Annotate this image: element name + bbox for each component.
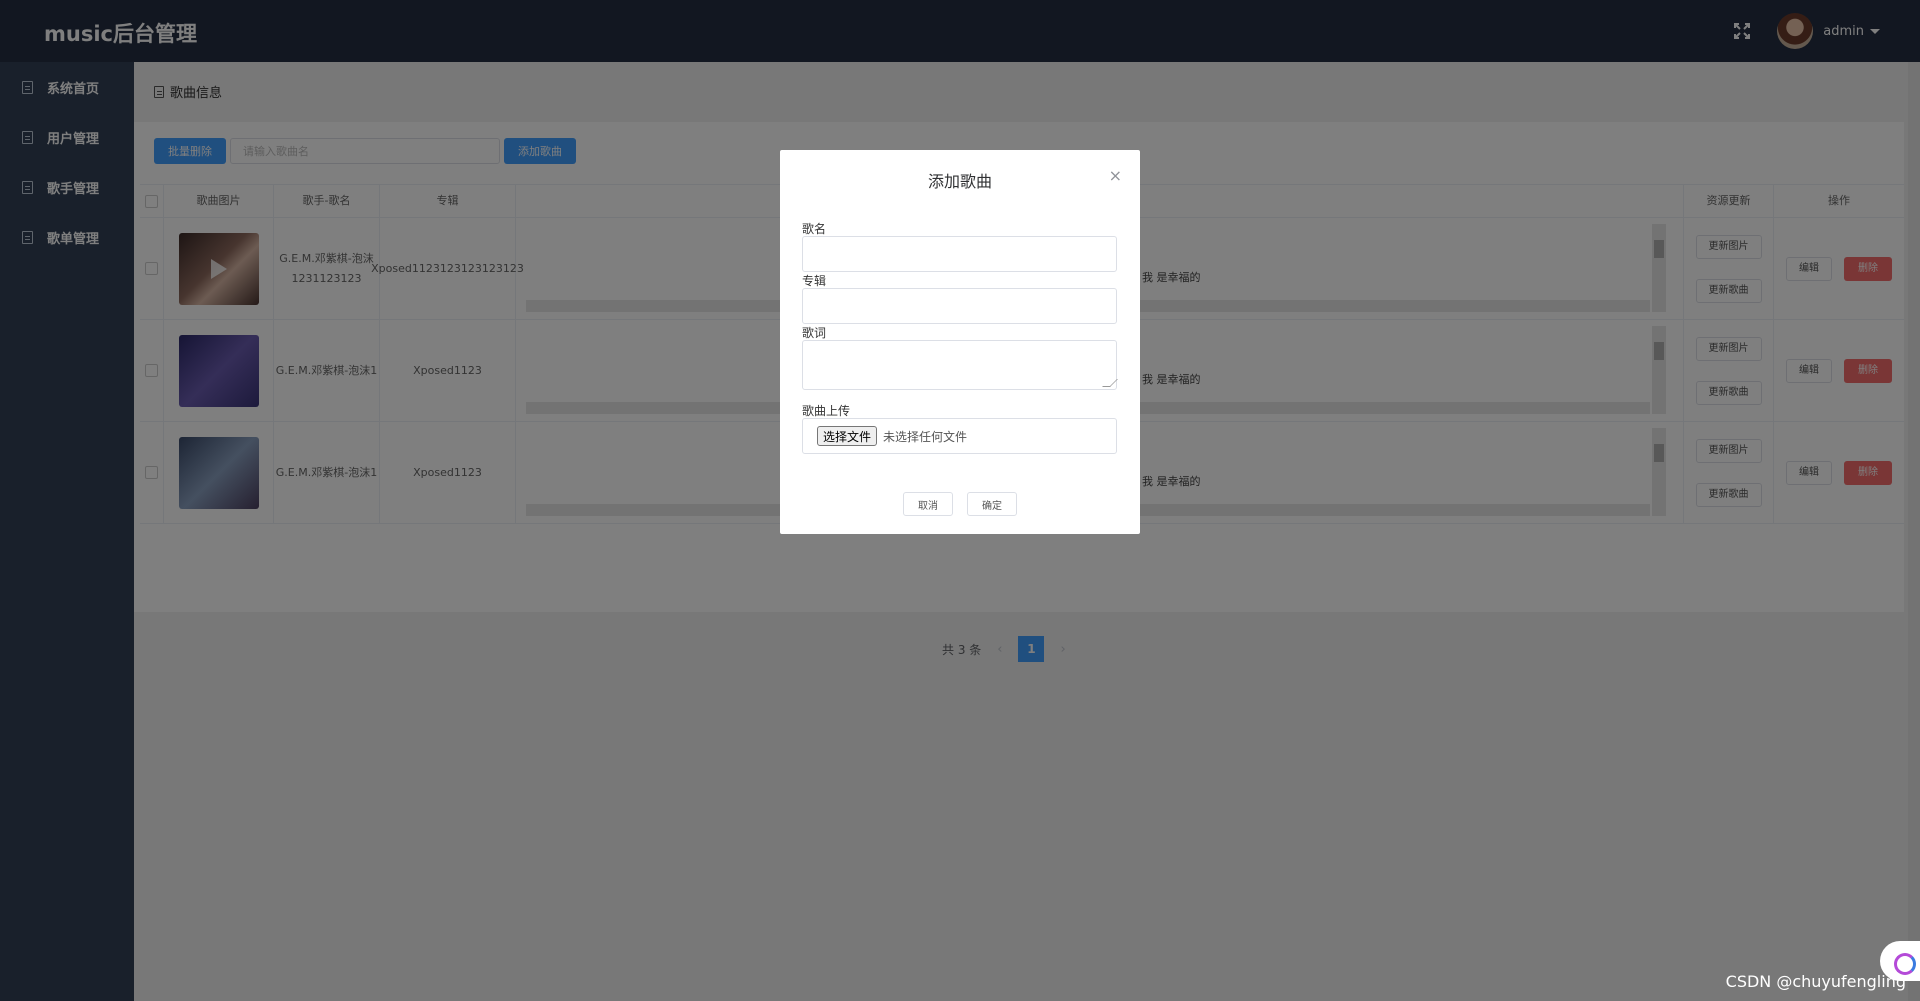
- cancel-button[interactable]: 取消: [903, 492, 953, 516]
- dialog-title: 添加歌曲: [927, 172, 992, 191]
- file-status: 未选择任何文件: [883, 430, 968, 444]
- file-upload-field[interactable]: 选择文件 未选择任何文件: [802, 418, 1117, 454]
- add-song-dialog: 添加歌曲 × 歌名 专辑 歌词 歌曲上传 选择文件 未选择任何文件 取消 确定: [780, 150, 1140, 534]
- confirm-button[interactable]: 确定: [967, 492, 1017, 516]
- upload-label: 歌曲上传: [802, 404, 851, 418]
- watermark: CSDN @chuyufengling: [1725, 972, 1906, 991]
- album-label: 专辑: [802, 274, 827, 288]
- assistant-icon[interactable]: [1880, 941, 1920, 981]
- song-name-input[interactable]: [802, 236, 1117, 272]
- resize-handle-icon[interactable]: [1102, 379, 1118, 387]
- choose-file-button[interactable]: 选择文件: [817, 426, 878, 446]
- close-icon[interactable]: ×: [1109, 166, 1122, 185]
- lyric-label: 歌词: [802, 326, 827, 340]
- album-input[interactable]: [802, 288, 1117, 324]
- song-name-label: 歌名: [802, 222, 827, 236]
- lyric-textarea[interactable]: [802, 340, 1118, 390]
